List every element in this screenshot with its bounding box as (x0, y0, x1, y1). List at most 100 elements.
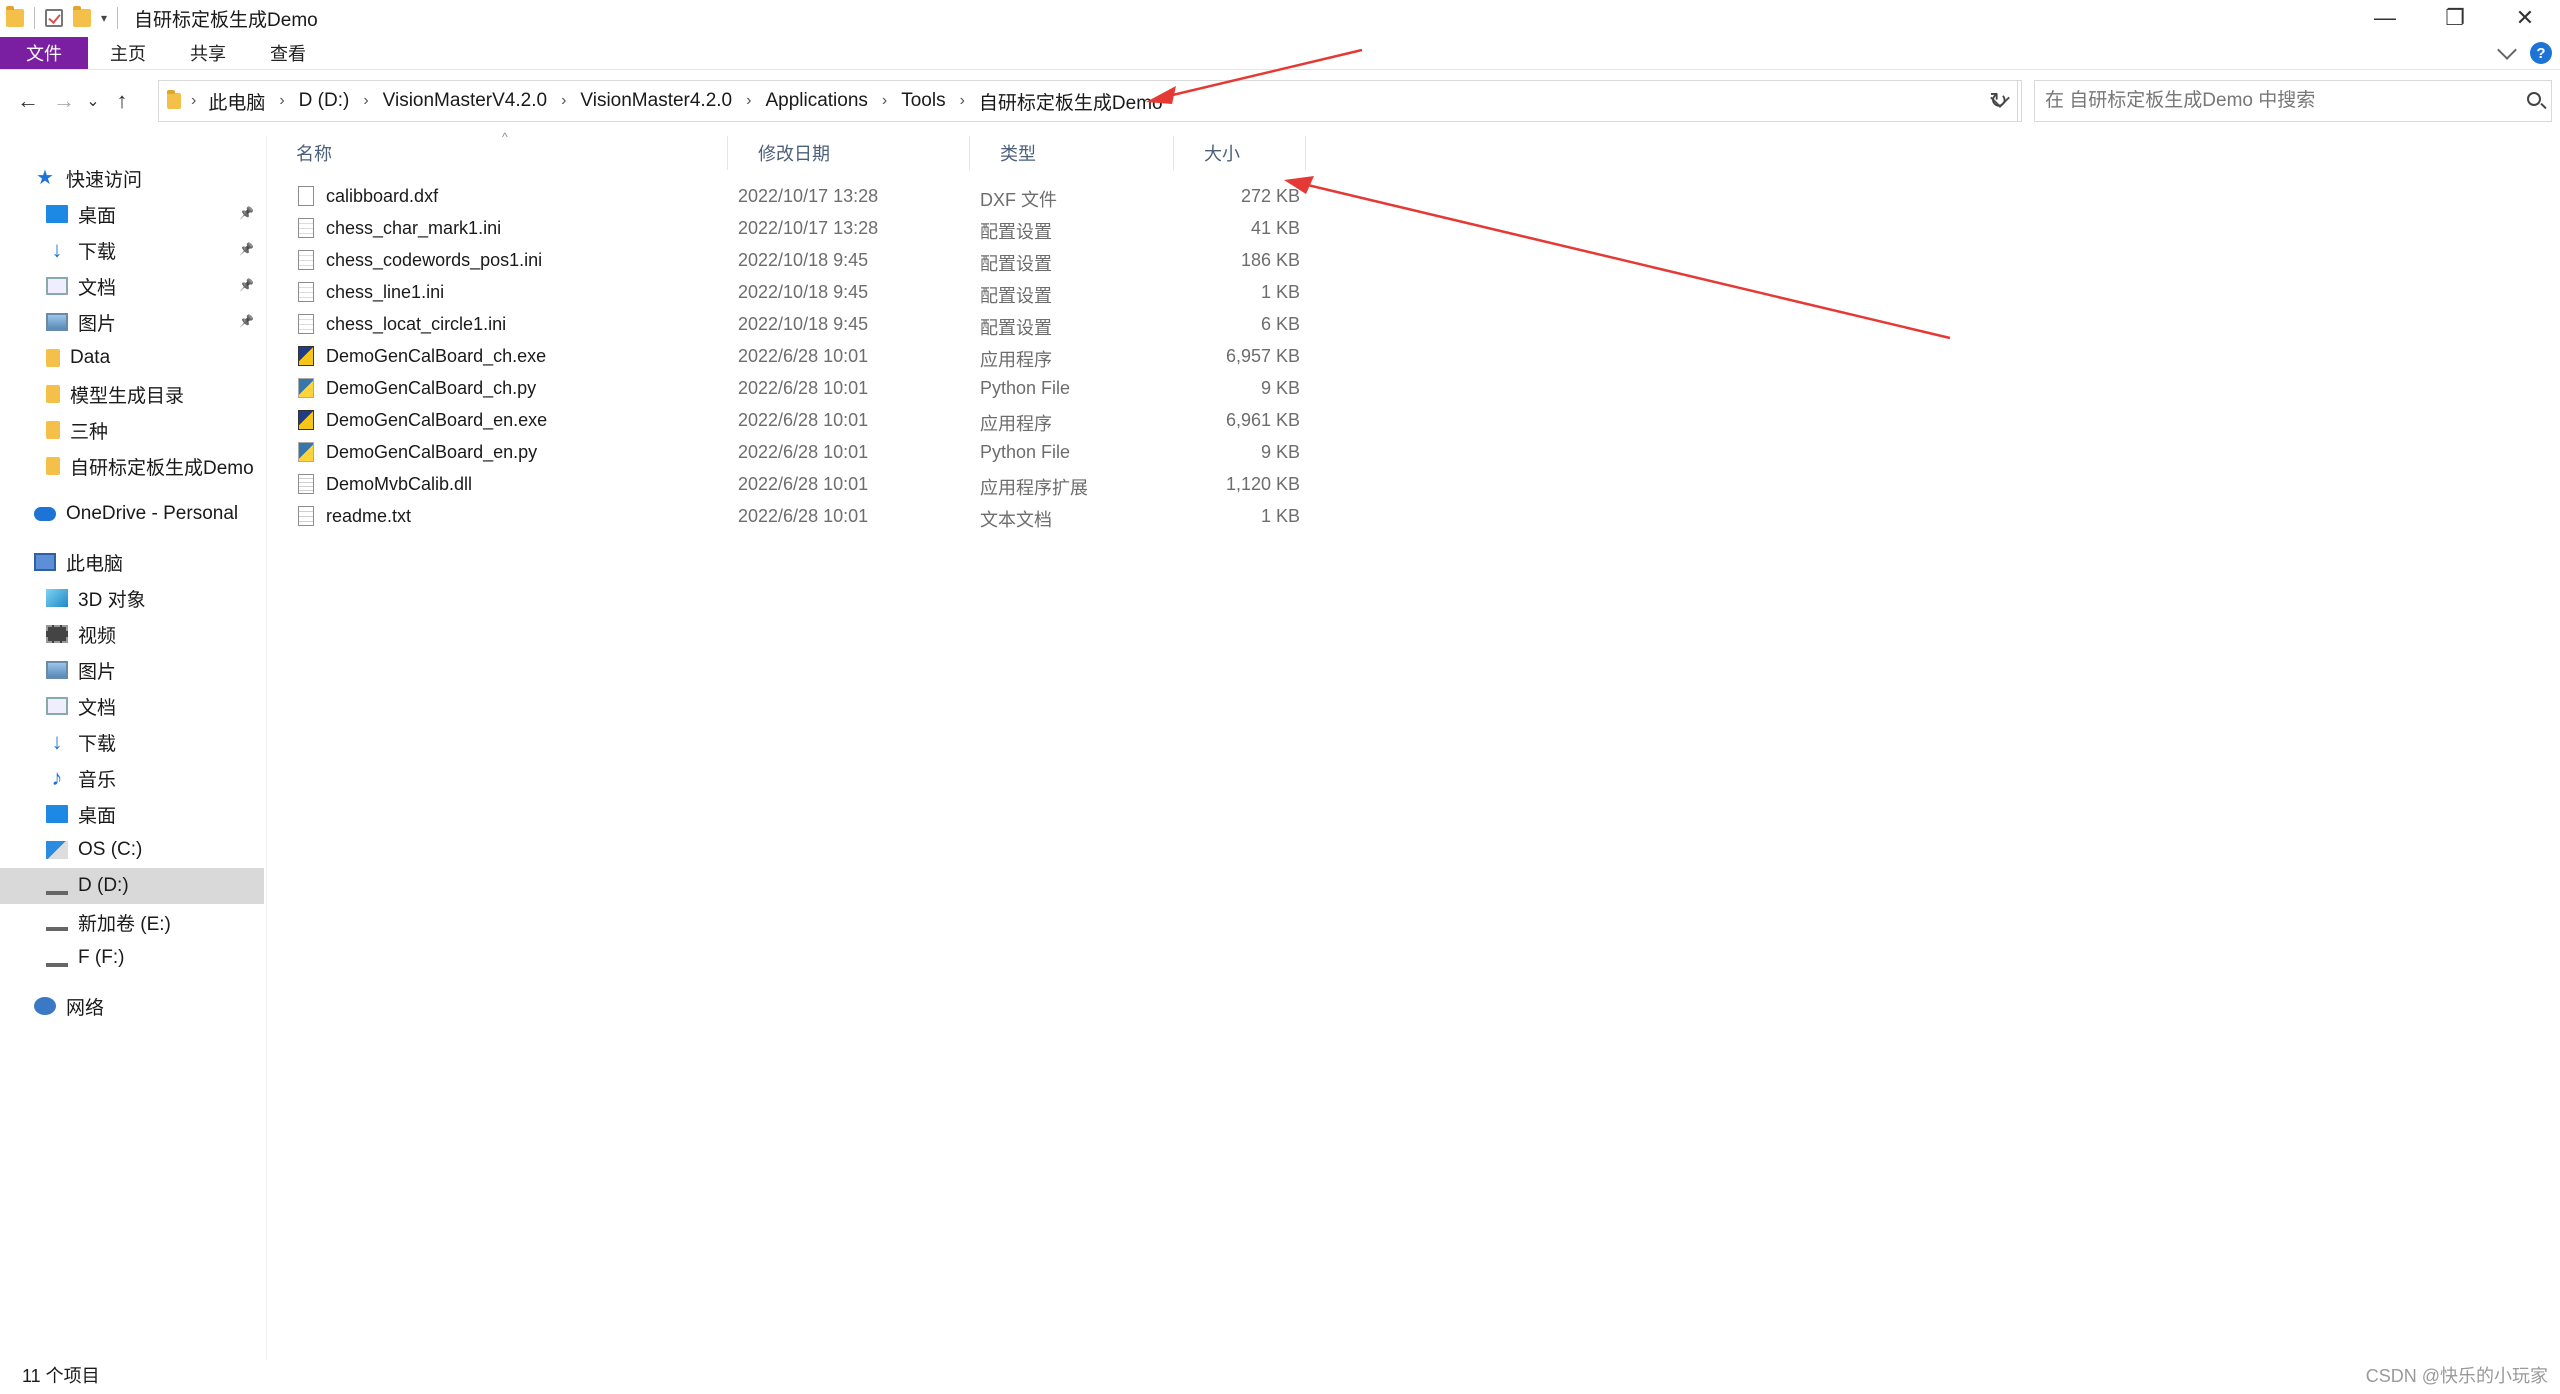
ribbon-tabs: 文件 主页 共享 查看 ? (0, 36, 2560, 70)
minimize-button[interactable]: — (2350, 0, 2420, 36)
picture-icon (46, 313, 68, 331)
sidebar-item[interactable]: 图片 (0, 652, 264, 688)
pane-divider[interactable] (266, 136, 267, 1360)
column-size[interactable]: 大小 (1174, 136, 1306, 170)
folder-icon (46, 421, 60, 439)
breadcrumb-this-pc[interactable]: 此电脑 (208, 88, 265, 115)
file-row[interactable]: chess_locat_circle1.ini 2022/10/18 9:45 配置… (290, 309, 1306, 341)
back-button[interactable]: ← (10, 81, 46, 121)
sidebar-item[interactable]: 3D 对象 (0, 580, 264, 616)
sidebar-item[interactable]: 视频 (0, 616, 264, 652)
tab-file[interactable]: 文件 (0, 36, 88, 69)
file-name: readme.txt (326, 506, 412, 526)
sidebar-item[interactable]: 文档 📌 (0, 268, 264, 304)
file-type: 应用程序 (980, 350, 1052, 370)
sidebar-item[interactable]: ↓ 下载 (0, 724, 264, 760)
chevron-right-icon[interactable]: › (882, 92, 887, 110)
file-type: 配置设置 (980, 222, 1052, 242)
file-row[interactable]: chess_char_mark1.ini 2022/10/17 13:28 配置设置… (290, 213, 1306, 245)
file-size: 1,120 KB (1225, 474, 1300, 494)
search-icon[interactable] (2527, 92, 2541, 106)
breadcrumb-visionmaster-420[interactable]: VisionMaster4.2.0 (580, 90, 732, 112)
pin-icon[interactable]: 📌 (239, 278, 254, 292)
sidebar-item[interactable]: ♪ 音乐 (0, 760, 264, 796)
sidebar-item[interactable]: OneDrive - Personal (0, 496, 264, 532)
sidebar-item-label: 文档 (78, 277, 117, 299)
file-row[interactable]: readme.txt 2022/6/28 10:01 文本文档 1 KB (290, 501, 1306, 533)
recent-locations-button[interactable]: ⌄ (82, 81, 104, 121)
sidebar-item-label: 视频 (78, 625, 117, 647)
help-icon[interactable]: ? (2530, 42, 2552, 64)
sidebar-item[interactable]: D (D:) (0, 868, 264, 904)
search-input[interactable] (2045, 90, 2505, 112)
file-row[interactable]: chess_line1.ini 2022/10/18 9:45 配置设置 1 KB (290, 277, 1306, 309)
chevron-right-icon[interactable]: › (279, 92, 284, 110)
column-name[interactable]: 名称 (266, 136, 728, 170)
cloud-icon (34, 507, 56, 521)
file-size: 41 KB (1250, 218, 1300, 238)
close-button[interactable]: ✕ (2490, 0, 2560, 36)
sidebar-item[interactable]: 桌面 📌 (0, 196, 264, 232)
chevron-right-icon[interactable]: › (363, 92, 368, 110)
sidebar-item[interactable]: 网络 (0, 988, 264, 1024)
sidebar-item[interactable]: 自研标定板生成Demo (0, 448, 264, 484)
refresh-button[interactable]: ↻ (1976, 80, 2022, 122)
sidebar-item[interactable]: ★ 快速访问 (0, 160, 264, 196)
file-row[interactable]: DemoGenCalBoard_ch.py 2022/6/28 10:01 Pyth… (290, 373, 1306, 405)
file-type: 配置设置 (980, 254, 1052, 274)
sidebar-item[interactable]: OS (C:) (0, 832, 264, 868)
file-row[interactable]: DemoGenCalBoard_ch.exe 2022/6/28 10:01 应用程… (290, 341, 1306, 373)
tab-share[interactable]: 共享 (168, 36, 248, 70)
file-row[interactable]: calibboard.dxf 2022/10/17 13:28 DXF 文件 272 … (290, 181, 1306, 213)
sidebar-item[interactable]: 三种 (0, 412, 264, 448)
sidebar-item[interactable]: 新加卷 (E:) (0, 904, 264, 940)
tab-view[interactable]: 查看 (248, 36, 328, 70)
file-date-modified: 2022/6/28 10:01 (738, 378, 869, 398)
chevron-right-icon[interactable]: › (561, 92, 566, 110)
new-folder-icon[interactable] (73, 6, 91, 27)
sidebar-item[interactable]: 此电脑 (0, 544, 264, 580)
file-row[interactable]: chess_codewords_pos1.ini 2022/10/18 9:45 配… (290, 245, 1306, 277)
breadcrumb-visionmaster-v420[interactable]: VisionMasterV4.2.0 (383, 90, 547, 112)
file-row[interactable]: DemoGenCalBoard_en.exe 2022/6/28 10:01 应用程… (290, 405, 1306, 437)
file-type: Python File (980, 442, 1071, 462)
sidebar-item[interactable]: 文档 (0, 688, 264, 724)
python-file-icon (298, 378, 314, 398)
sidebar-item[interactable]: Data (0, 340, 264, 376)
up-button[interactable]: ↑ (104, 81, 140, 121)
folder-icon (46, 349, 60, 367)
tab-home[interactable]: 主页 (88, 36, 168, 70)
expand-ribbon-icon[interactable] (2497, 40, 2517, 60)
file-date-modified: 2022/10/17 13:28 (738, 218, 879, 238)
properties-icon[interactable] (45, 9, 63, 27)
maximize-button[interactable]: ❐ (2420, 0, 2490, 36)
pin-icon[interactable]: 📌 (239, 206, 254, 220)
file-row[interactable]: DemoGenCalBoard_en.py 2022/6/28 10:01 Pyth… (290, 437, 1306, 469)
forward-button[interactable]: → (46, 81, 82, 121)
folder-icon (6, 6, 24, 27)
breadcrumb-applications[interactable]: Applications (765, 90, 867, 112)
address-bar[interactable]: › 此电脑 › D (D:) › VisionMasterV4.2.0 › Visio… (158, 80, 2018, 122)
search-box[interactable] (2034, 80, 2552, 122)
sidebar-item[interactable]: F (F:) (0, 940, 264, 976)
sidebar-item[interactable]: 桌面 (0, 796, 264, 832)
column-type[interactable]: 类型 (970, 136, 1174, 170)
file-type: 应用程序扩展 (980, 478, 1088, 498)
document-icon (46, 697, 68, 715)
sidebar-item-label: 3D 对象 (78, 589, 146, 611)
sidebar-item[interactable]: 模型生成目录 (0, 376, 264, 412)
file-name: DemoMvbCalib.dll (326, 474, 473, 494)
breadcrumb-tools[interactable]: Tools (901, 90, 945, 112)
sidebar-item[interactable]: ↓ 下载 📌 (0, 232, 264, 268)
pin-icon[interactable]: 📌 (239, 314, 254, 328)
pin-icon[interactable]: 📌 (239, 242, 254, 256)
breadcrumb-current-folder[interactable]: 自研标定板生成Demo (979, 88, 1163, 115)
customize-toolbar-icon[interactable]: ▾ (101, 11, 107, 25)
sidebar-item-label: Data (70, 347, 111, 368)
column-date-modified[interactable]: 修改日期 (728, 136, 970, 170)
sidebar-item[interactable]: 图片 📌 (0, 304, 264, 340)
chevron-right-icon[interactable]: › (960, 92, 965, 110)
chevron-right-icon[interactable]: › (746, 92, 751, 110)
file-row[interactable]: DemoMvbCalib.dll 2022/6/28 10:01 应用程序扩展 1,1… (290, 469, 1306, 501)
breadcrumb-d-drive[interactable]: D (D:) (299, 90, 350, 112)
